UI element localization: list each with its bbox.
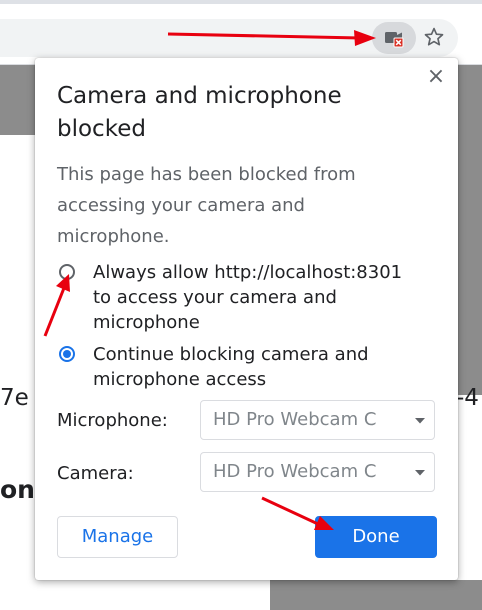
annotation-arrow	[167, 30, 376, 46]
annotation-arrows	[43, 30, 376, 530]
annotation-arrow	[261, 496, 334, 530]
annotation-arrow	[43, 274, 70, 337]
